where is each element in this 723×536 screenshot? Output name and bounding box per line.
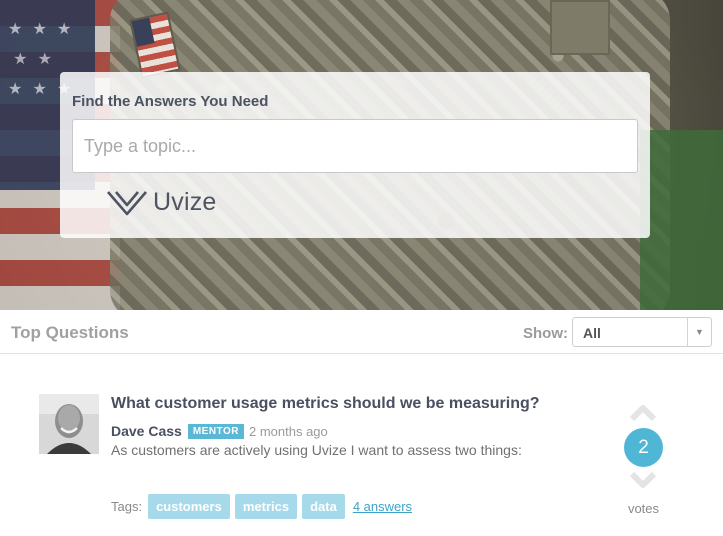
answers-link[interactable]: 4 answers: [353, 499, 412, 514]
brand-logo[interactable]: Uvize: [106, 188, 217, 217]
mentor-badge: MENTOR: [187, 423, 244, 439]
question-item: What customer usage metrics should we be…: [0, 355, 723, 536]
chevron-up-icon[interactable]: [629, 402, 657, 422]
brand-name: Uvize: [153, 188, 217, 216]
tags-label: Tags:: [111, 499, 143, 514]
vote-count: 2: [624, 428, 663, 467]
show-filter-select[interactable]: All ▼: [572, 317, 712, 347]
top-questions-header: Top Questions Show: All ▼: [0, 310, 723, 354]
search-title: Find the Answers You Need: [72, 93, 269, 110]
uvize-logo-icon: [107, 190, 147, 215]
avatar-photo: [39, 394, 99, 454]
green-edge: [640, 130, 723, 310]
search-input[interactable]: [72, 119, 638, 173]
caret-down-icon[interactable]: ▼: [687, 318, 711, 346]
author-line: Dave Cass MENTOR 2 months ago: [111, 423, 328, 439]
tag-metrics[interactable]: metrics: [234, 494, 298, 519]
vote-widget: 2 votes: [620, 399, 667, 519]
chevron-down-icon[interactable]: [629, 471, 657, 491]
question-title[interactable]: What customer usage metrics should we be…: [111, 395, 540, 413]
question-excerpt: As customers are actively using Uvize I …: [111, 442, 522, 458]
author-name[interactable]: Dave Cass: [111, 423, 182, 439]
tag-customers[interactable]: customers: [148, 494, 230, 519]
uniform-patch: [550, 0, 610, 55]
votes-label: votes: [627, 501, 660, 516]
show-filter-value: All: [583, 325, 601, 341]
timestamp: 2 months ago: [248, 423, 328, 439]
search-card: Find the Answers You Need Uvize: [60, 72, 650, 238]
tags-line: Tags: customers metrics data 4 answers: [111, 494, 412, 519]
hero-banner: Find the Answers You Need Uvize: [0, 0, 723, 310]
tag-data[interactable]: data: [302, 494, 345, 519]
section-title: Top Questions: [11, 323, 129, 342]
show-filter-label: Show:: [523, 325, 568, 342]
avatar[interactable]: [39, 394, 99, 454]
